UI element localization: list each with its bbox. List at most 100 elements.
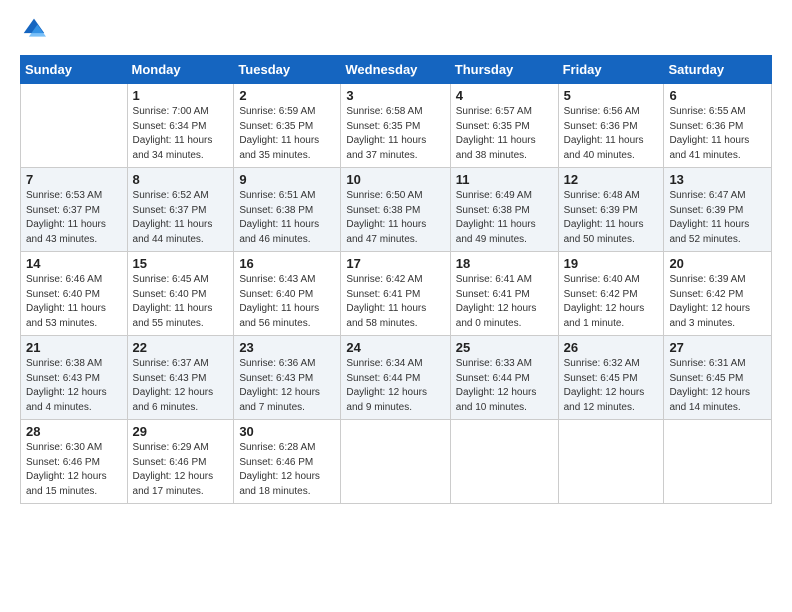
calendar-week-row: 28Sunrise: 6:30 AMSunset: 6:46 PMDayligh… bbox=[21, 420, 772, 504]
calendar-cell: 28Sunrise: 6:30 AMSunset: 6:46 PMDayligh… bbox=[21, 420, 128, 504]
calendar-cell bbox=[341, 420, 450, 504]
day-info: Sunrise: 6:31 AMSunset: 6:45 PMDaylight:… bbox=[669, 357, 766, 415]
day-info: Sunrise: 6:46 AMSunset: 6:40 PMDaylight:… bbox=[26, 273, 122, 331]
day-number: 1 bbox=[133, 88, 229, 103]
calendar-cell: 2 Sunrise: 6:59 AMSunset: 6:35 PMDaylight… bbox=[234, 84, 341, 168]
day-info: Sunrise: 7:00 AMSunset: 6:34 PMDaylight:… bbox=[133, 105, 229, 163]
day-number: 9 bbox=[239, 172, 335, 187]
day-number: 22 bbox=[133, 340, 229, 355]
calendar-cell: 12 Sunrise: 6:48 AMSunset: 6:39 PMDayligh… bbox=[558, 168, 664, 252]
day-number: 30 bbox=[239, 424, 335, 439]
day-number: 17 bbox=[346, 256, 444, 271]
day-info: Sunrise: 6:56 AMSunset: 6:36 PMDaylight:… bbox=[564, 105, 659, 163]
day-number: 26 bbox=[564, 340, 659, 355]
calendar-cell: 6 Sunrise: 6:55 AMSunset: 6:36 PMDaylight… bbox=[664, 84, 772, 168]
calendar-cell: 17 Sunrise: 6:42 AMSunset: 6:41 PMDayligh… bbox=[341, 252, 450, 336]
calendar-cell: 22 Sunrise: 6:37 AMSunset: 6:43 PMDayligh… bbox=[127, 336, 234, 420]
calendar-cell: 11Sunrise: 6:49 AMSunset: 6:38 PMDayligh… bbox=[450, 168, 558, 252]
calendar-table: SundayMondayTuesdayWednesdayThursdayFrid… bbox=[20, 55, 772, 504]
day-info: Sunrise: 6:38 AMSunset: 6:43 PMDaylight:… bbox=[26, 357, 122, 415]
day-number: 10 bbox=[346, 172, 444, 187]
calendar-cell bbox=[558, 420, 664, 504]
calendar-cell: 21 Sunrise: 6:38 AMSunset: 6:43 PMDayligh… bbox=[21, 336, 128, 420]
logo bbox=[20, 16, 48, 45]
calendar-cell: 24 Sunrise: 6:34 AMSunset: 6:44 PMDayligh… bbox=[341, 336, 450, 420]
day-number: 18 bbox=[456, 256, 553, 271]
day-number: 19 bbox=[564, 256, 659, 271]
calendar-cell: 3Sunrise: 6:58 AMSunset: 6:35 PMDaylight… bbox=[341, 84, 450, 168]
calendar-week-row: 1 Sunrise: 7:00 AMSunset: 6:34 PMDaylight… bbox=[21, 84, 772, 168]
day-info: Sunrise: 6:33 AMSunset: 6:44 PMDaylight:… bbox=[456, 357, 553, 415]
calendar-cell: 23 Sunrise: 6:36 AMSunset: 6:43 PMDayligh… bbox=[234, 336, 341, 420]
day-info: Sunrise: 6:50 AMSunset: 6:38 PMDaylight:… bbox=[346, 189, 444, 247]
day-number: 8 bbox=[133, 172, 229, 187]
calendar-cell: 18 Sunrise: 6:41 AMSunset: 6:41 PMDayligh… bbox=[450, 252, 558, 336]
logo-icon bbox=[22, 16, 46, 40]
day-info: Sunrise: 6:51 AMSunset: 6:38 PMDaylight:… bbox=[239, 189, 335, 247]
day-number: 25 bbox=[456, 340, 553, 355]
day-number: 21 bbox=[26, 340, 122, 355]
day-number: 24 bbox=[346, 340, 444, 355]
day-info: Sunrise: 6:42 AMSunset: 6:41 PMDaylight:… bbox=[346, 273, 444, 331]
day-info: Sunrise: 6:28 AMSunset: 6:46 PMDaylight:… bbox=[239, 441, 335, 499]
day-number: 27 bbox=[669, 340, 766, 355]
weekday-header-tuesday: Tuesday bbox=[234, 56, 341, 84]
day-number: 7 bbox=[26, 172, 122, 187]
day-number: 13 bbox=[669, 172, 766, 187]
calendar-cell: 30 Sunrise: 6:28 AMSunset: 6:46 PMDayligh… bbox=[234, 420, 341, 504]
calendar-cell bbox=[450, 420, 558, 504]
header bbox=[20, 16, 772, 45]
calendar-cell: 10 Sunrise: 6:50 AMSunset: 6:38 PMDayligh… bbox=[341, 168, 450, 252]
day-number: 12 bbox=[564, 172, 659, 187]
calendar-cell: 9 Sunrise: 6:51 AMSunset: 6:38 PMDaylight… bbox=[234, 168, 341, 252]
day-info: Sunrise: 6:40 AMSunset: 6:42 PMDaylight:… bbox=[564, 273, 659, 331]
day-info: Sunrise: 6:55 AMSunset: 6:36 PMDaylight:… bbox=[669, 105, 766, 163]
day-info: Sunrise: 6:37 AMSunset: 6:43 PMDaylight:… bbox=[133, 357, 229, 415]
day-number: 20 bbox=[669, 256, 766, 271]
day-info: Sunrise: 6:52 AMSunset: 6:37 PMDaylight:… bbox=[133, 189, 229, 247]
calendar-cell: 25 Sunrise: 6:33 AMSunset: 6:44 PMDayligh… bbox=[450, 336, 558, 420]
weekday-header-thursday: Thursday bbox=[450, 56, 558, 84]
calendar-cell: 14 Sunrise: 6:46 AMSunset: 6:40 PMDayligh… bbox=[21, 252, 128, 336]
weekday-header-saturday: Saturday bbox=[664, 56, 772, 84]
calendar-cell: 7 Sunrise: 6:53 AMSunset: 6:37 PMDaylight… bbox=[21, 168, 128, 252]
calendar-cell bbox=[664, 420, 772, 504]
calendar-cell: 5 Sunrise: 6:56 AMSunset: 6:36 PMDaylight… bbox=[558, 84, 664, 168]
day-number: 15 bbox=[133, 256, 229, 271]
day-info: Sunrise: 6:59 AMSunset: 6:35 PMDaylight:… bbox=[239, 105, 335, 163]
calendar-cell: 15 Sunrise: 6:45 AMSunset: 6:40 PMDayligh… bbox=[127, 252, 234, 336]
calendar-cell: 27 Sunrise: 6:31 AMSunset: 6:45 PMDayligh… bbox=[664, 336, 772, 420]
day-number: 29 bbox=[133, 424, 229, 439]
calendar-week-row: 21 Sunrise: 6:38 AMSunset: 6:43 PMDayligh… bbox=[21, 336, 772, 420]
day-number: 11 bbox=[456, 172, 553, 187]
day-info: Sunrise: 6:45 AMSunset: 6:40 PMDaylight:… bbox=[133, 273, 229, 331]
day-number: 23 bbox=[239, 340, 335, 355]
day-info: Sunrise: 6:32 AMSunset: 6:45 PMDaylight:… bbox=[564, 357, 659, 415]
day-number: 6 bbox=[669, 88, 766, 103]
calendar-week-row: 7 Sunrise: 6:53 AMSunset: 6:37 PMDaylight… bbox=[21, 168, 772, 252]
day-number: 14 bbox=[26, 256, 122, 271]
weekday-header-wednesday: Wednesday bbox=[341, 56, 450, 84]
day-info: Sunrise: 6:41 AMSunset: 6:41 PMDaylight:… bbox=[456, 273, 553, 331]
day-number: 16 bbox=[239, 256, 335, 271]
day-number: 5 bbox=[564, 88, 659, 103]
day-info: Sunrise: 6:47 AMSunset: 6:39 PMDaylight:… bbox=[669, 189, 766, 247]
day-info: Sunrise: 6:48 AMSunset: 6:39 PMDaylight:… bbox=[564, 189, 659, 247]
day-info: Sunrise: 6:34 AMSunset: 6:44 PMDaylight:… bbox=[346, 357, 444, 415]
day-info: Sunrise: 6:30 AMSunset: 6:46 PMDaylight:… bbox=[26, 441, 122, 499]
calendar-week-row: 14 Sunrise: 6:46 AMSunset: 6:40 PMDayligh… bbox=[21, 252, 772, 336]
calendar-cell: 26 Sunrise: 6:32 AMSunset: 6:45 PMDayligh… bbox=[558, 336, 664, 420]
calendar-cell bbox=[21, 84, 128, 168]
calendar-cell: 16Sunrise: 6:43 AMSunset: 6:40 PMDayligh… bbox=[234, 252, 341, 336]
calendar-header-row: SundayMondayTuesdayWednesdayThursdayFrid… bbox=[21, 56, 772, 84]
day-info: Sunrise: 6:36 AMSunset: 6:43 PMDaylight:… bbox=[239, 357, 335, 415]
day-info: Sunrise: 6:39 AMSunset: 6:42 PMDaylight:… bbox=[669, 273, 766, 331]
day-info: Sunrise: 6:53 AMSunset: 6:37 PMDaylight:… bbox=[26, 189, 122, 247]
calendar-cell: 20 Sunrise: 6:39 AMSunset: 6:42 PMDayligh… bbox=[664, 252, 772, 336]
day-info: Sunrise: 6:57 AMSunset: 6:35 PMDaylight:… bbox=[456, 105, 553, 163]
weekday-header-sunday: Sunday bbox=[21, 56, 128, 84]
day-info: Sunrise: 6:29 AMSunset: 6:46 PMDaylight:… bbox=[133, 441, 229, 499]
weekday-header-friday: Friday bbox=[558, 56, 664, 84]
day-number: 2 bbox=[239, 88, 335, 103]
calendar-cell: 13 Sunrise: 6:47 AMSunset: 6:39 PMDayligh… bbox=[664, 168, 772, 252]
